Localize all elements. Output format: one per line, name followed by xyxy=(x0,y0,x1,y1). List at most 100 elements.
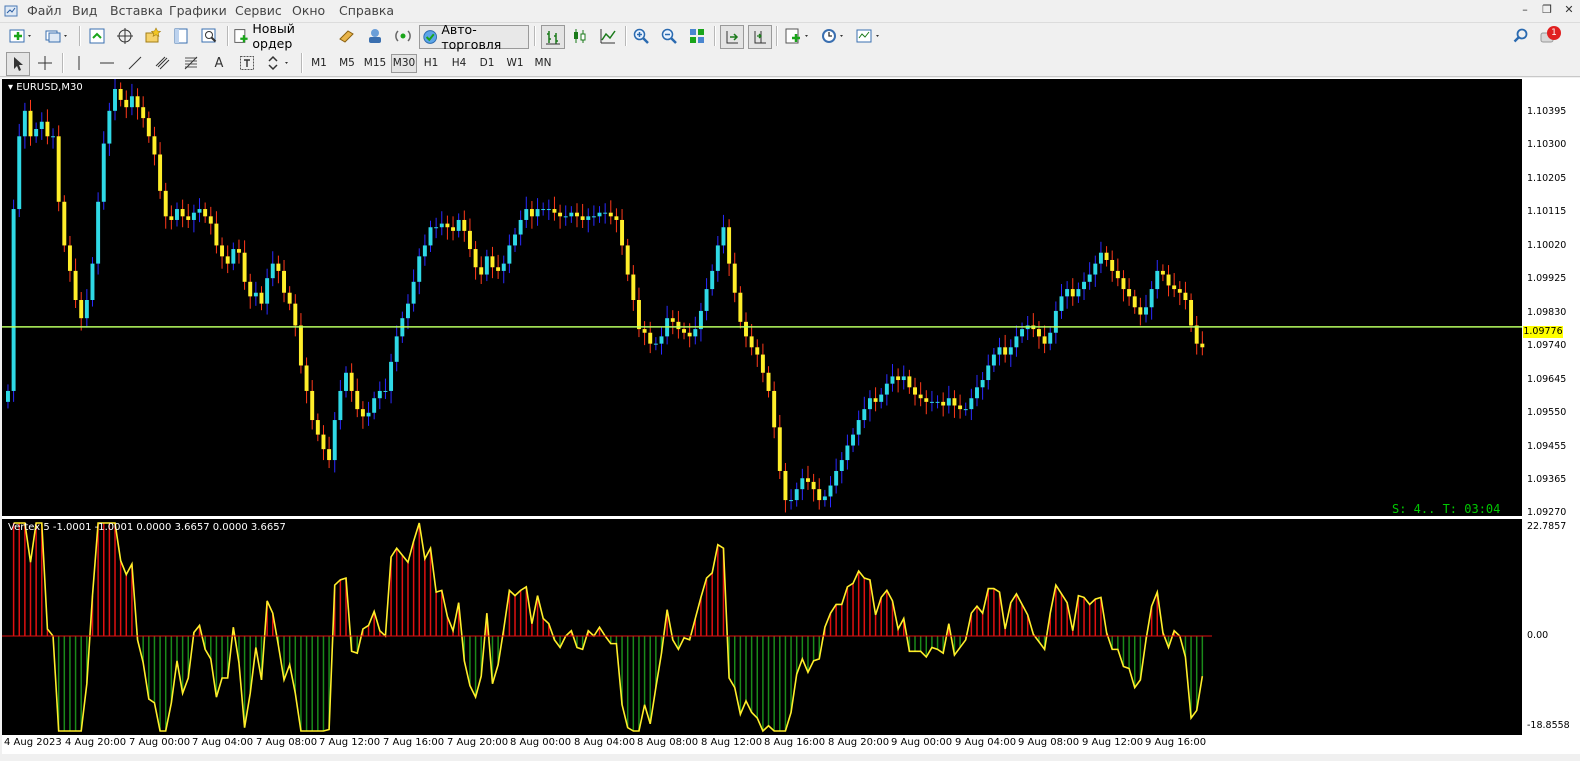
profiles-button[interactable] xyxy=(42,25,72,47)
candle-body xyxy=(811,481,816,490)
timeframe-w1[interactable]: W1 xyxy=(503,54,527,73)
crosshair-icon xyxy=(38,56,52,70)
candle-body xyxy=(772,390,777,428)
candle-body xyxy=(332,420,337,461)
candle-body xyxy=(236,249,241,253)
candle-body xyxy=(1189,300,1194,326)
restore-button[interactable]: ❐ xyxy=(1540,2,1554,18)
time-tick: 8 Aug 00:00 xyxy=(510,737,572,748)
candle-body xyxy=(1155,270,1160,290)
strategy-tester-button[interactable] xyxy=(198,25,220,47)
chart-shift-icon xyxy=(754,31,766,44)
candle-body xyxy=(422,245,427,257)
text-tool[interactable]: A xyxy=(208,52,230,74)
candlestick-button[interactable] xyxy=(569,25,591,47)
candle-body xyxy=(715,245,720,271)
menu-window[interactable]: Окно xyxy=(292,3,325,18)
fibonacci-tool[interactable] xyxy=(180,52,202,74)
candle-body xyxy=(501,263,506,271)
navigator-star-icon xyxy=(145,27,162,43)
candle-body xyxy=(507,245,512,264)
navigator-button[interactable] xyxy=(142,25,164,47)
candle-body xyxy=(969,398,974,410)
metaquotes-language-button[interactable] xyxy=(336,25,358,47)
menu-insert[interactable]: Вставка xyxy=(110,3,163,18)
price-tick: 1.09740 xyxy=(1527,340,1567,351)
candle-body xyxy=(79,300,84,319)
templates-button[interactable] xyxy=(853,25,885,47)
indicators-button[interactable] xyxy=(782,25,814,47)
candle-body xyxy=(783,470,788,501)
candle-body xyxy=(1065,289,1070,297)
templates-icon xyxy=(856,29,879,43)
candle-body xyxy=(946,398,951,406)
signals-button[interactable] xyxy=(364,25,386,47)
candle-body xyxy=(276,263,281,271)
timeframe-m1[interactable]: M1 xyxy=(307,54,331,73)
candle-body xyxy=(755,347,760,355)
text-label-tool[interactable] xyxy=(236,52,258,74)
minimize-button[interactable]: – xyxy=(1518,2,1532,18)
menu-file[interactable]: Файл xyxy=(27,3,62,18)
candle-body xyxy=(287,292,292,304)
auto-scroll-button[interactable] xyxy=(720,25,744,49)
zoom-in-button[interactable] xyxy=(630,25,652,47)
timeframe-m15[interactable]: M15 xyxy=(363,54,387,73)
price-tick: 1.09925 xyxy=(1527,273,1567,284)
trendline-tool[interactable] xyxy=(124,52,146,74)
periods-button[interactable] xyxy=(818,25,848,47)
vertical-line-tool[interactable] xyxy=(68,52,90,74)
market-watch-button[interactable] xyxy=(86,25,108,47)
price-tick: 1.09550 xyxy=(1527,407,1567,418)
candle-body xyxy=(298,325,303,366)
candle-body xyxy=(541,209,546,211)
time-tick: 8 Aug 16:00 xyxy=(764,737,826,748)
close-button[interactable]: ✕ xyxy=(1562,2,1576,18)
timeframe-h4[interactable]: H4 xyxy=(447,54,471,73)
candle-body xyxy=(231,249,236,264)
horizontal-line-tool[interactable] xyxy=(96,52,118,74)
price-tick: 1.10020 xyxy=(1527,240,1567,251)
candle-body xyxy=(265,278,270,304)
candle-body xyxy=(270,263,275,279)
channel-tool[interactable] xyxy=(152,52,174,74)
time-tick: 9 Aug 04:00 xyxy=(955,737,1017,748)
timeframe-m5[interactable]: M5 xyxy=(335,54,359,73)
timeframe-m30[interactable]: M30 xyxy=(391,54,417,73)
bar-chart-button[interactable] xyxy=(541,25,565,49)
timeframe-mn[interactable]: MN xyxy=(531,54,555,73)
auto-trading-button[interactable]: Авто-торговля xyxy=(419,22,529,52)
candle-body xyxy=(513,234,517,246)
timeframe-h1[interactable]: H1 xyxy=(419,54,443,73)
menu-charts[interactable]: Графики xyxy=(169,3,227,18)
new-chart-button[interactable] xyxy=(6,25,36,47)
crosshair-tool[interactable] xyxy=(34,52,56,74)
indicator-line xyxy=(13,522,1204,733)
menu-tools[interactable]: Сервис xyxy=(235,3,282,18)
new-order-button[interactable]: Новый ордер xyxy=(233,21,331,51)
menu-help[interactable]: Справка xyxy=(339,3,394,18)
chart-shift-button[interactable] xyxy=(748,25,772,49)
data-window-button[interactable] xyxy=(114,25,136,47)
time-tick: 8 Aug 04:00 xyxy=(574,737,636,748)
time-tick: 7 Aug 04:00 xyxy=(192,737,254,748)
arrows-tool[interactable] xyxy=(264,52,294,74)
market-signals-button[interactable] xyxy=(392,25,414,47)
editor-icon xyxy=(339,30,354,43)
indicator-scale[interactable] xyxy=(1523,519,1580,735)
candle-body xyxy=(721,227,726,246)
candle-body xyxy=(524,209,529,220)
candle-body xyxy=(1098,252,1103,264)
timeframe-d1[interactable]: D1 xyxy=(475,54,499,73)
candle-body xyxy=(670,318,675,322)
line-chart-button[interactable] xyxy=(597,25,619,47)
search-button[interactable] xyxy=(1510,25,1532,47)
terminal-button[interactable] xyxy=(170,25,192,47)
tile-windows-button[interactable] xyxy=(686,25,708,47)
candle-body xyxy=(789,500,794,502)
candle-body xyxy=(462,219,467,231)
cursor-tool[interactable] xyxy=(6,52,30,76)
zoom-out-button[interactable] xyxy=(658,25,680,47)
notifications-button[interactable]: 1 xyxy=(1538,25,1564,47)
menu-view[interactable]: Вид xyxy=(72,3,97,18)
